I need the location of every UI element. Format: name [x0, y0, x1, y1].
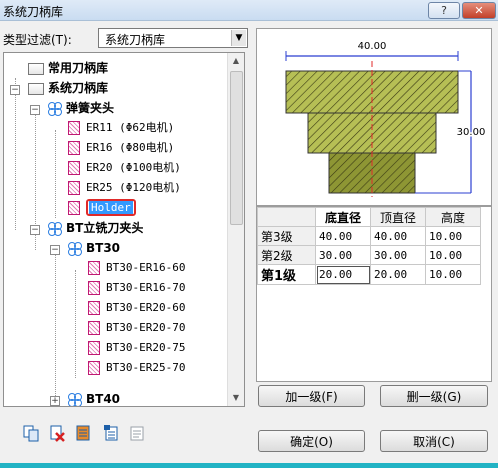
tree-item[interactable]: ER20 (Φ100电机)	[68, 158, 181, 178]
delete-level-button[interactable]: 删一级(G)	[380, 385, 488, 407]
tool-holder-icon	[88, 321, 100, 335]
tool-holder-icon	[88, 341, 100, 355]
tree-item[interactable]: BT立铣刀夹头	[48, 218, 143, 238]
table-cell[interactable]: 30.00	[315, 245, 371, 265]
close-button[interactable]: ✕	[462, 2, 496, 19]
tool-holder-icon	[68, 161, 80, 175]
tool-holder-icon	[88, 261, 100, 275]
tool-holder-icon	[88, 361, 100, 375]
collapse-icon[interactable]: −	[30, 105, 40, 115]
tree-item[interactable]: ER16 (Φ80电机)	[68, 138, 174, 158]
cancel-button[interactable]: 取消(C)	[380, 430, 488, 452]
table-cell[interactable]: 30.00	[370, 245, 426, 265]
col-header-height[interactable]: 高度	[425, 207, 481, 227]
help-button[interactable]: ?	[428, 2, 460, 19]
tree-item[interactable]: BT30-ER16-70	[88, 278, 185, 298]
filter-label: 类型过滤(T):	[3, 33, 72, 47]
dropdown-arrow-icon[interactable]: ▼	[231, 30, 246, 46]
grid-corner	[257, 207, 316, 227]
copy-icon[interactable]	[22, 424, 40, 442]
tree-item[interactable]: ER11 (Φ62电机)	[68, 118, 174, 138]
collet-group-icon	[68, 242, 82, 256]
tree-line	[55, 250, 56, 400]
delete-icon[interactable]	[48, 424, 66, 442]
table-cell[interactable]: 10.00	[425, 264, 481, 285]
filter-value: 系统刀柄库	[105, 33, 166, 47]
collapse-icon[interactable]: −	[50, 245, 60, 255]
taskbar-edge	[0, 463, 498, 468]
tree-item[interactable]: BT30	[68, 238, 120, 258]
tool-holder-icon	[68, 181, 80, 195]
table-cell-focused[interactable]: 20.00	[315, 264, 371, 285]
table-row-current[interactable]: 第1级 20.00 20.00 10.00	[257, 264, 481, 285]
table-cell[interactable]: 40.00	[315, 226, 371, 246]
tree-item[interactable]: BT30-ER25-70	[88, 358, 185, 378]
tool-holder-icon	[68, 141, 80, 155]
tree-item[interactable]: ER25 (Φ120电机)	[68, 178, 181, 198]
add-level-button[interactable]: 加一级(F)	[258, 385, 365, 407]
tree-line	[55, 130, 56, 218]
tool-holder-icon	[88, 301, 100, 315]
holder-drawing: 40.00 30.00	[285, 41, 487, 197]
ok-button[interactable]: 确定(O)	[258, 430, 365, 452]
row-header[interactable]: 第2级	[257, 245, 316, 265]
scroll-up-icon[interactable]: ▲	[228, 53, 244, 69]
expand-icon[interactable]: +	[50, 396, 60, 406]
tool-holder-icon	[68, 201, 80, 215]
tree-item[interactable]: BT40	[68, 389, 120, 406]
scroll-down-icon[interactable]: ▼	[228, 390, 244, 406]
collet-group-icon	[68, 393, 82, 406]
tree-scrollbar[interactable]: ▲ ▼	[227, 53, 244, 406]
table-cell[interactable]: 20.00	[370, 264, 426, 285]
properties-icon[interactable]	[128, 424, 146, 442]
col-header-top-diameter[interactable]: 顶直径	[370, 207, 426, 227]
tree-line	[75, 270, 76, 378]
tree-item[interactable]: BT30-ER16-60	[88, 258, 185, 278]
scroll-thumb[interactable]	[230, 71, 243, 225]
tree-item[interactable]: BT30-ER20-70	[88, 318, 185, 338]
collapse-icon[interactable]: −	[30, 225, 40, 235]
tree-item[interactable]: 系统刀柄库	[28, 78, 108, 98]
tree-item-selected[interactable]: Holder	[68, 198, 136, 218]
spring-collet-icon	[48, 102, 62, 116]
table-cell[interactable]: 40.00	[370, 226, 426, 246]
table-cell[interactable]: 10.00	[425, 245, 481, 265]
tree-item[interactable]: BT30-ER20-60	[88, 298, 185, 318]
tree-line	[15, 90, 16, 230]
collet-group-icon	[48, 222, 62, 236]
list-icon[interactable]	[74, 424, 92, 442]
col-header-bottom-diameter[interactable]: 底直径	[315, 207, 371, 227]
height-dimension: 30.00	[457, 127, 486, 138]
folder-icon	[28, 63, 44, 75]
paste-icon[interactable]	[102, 424, 120, 442]
holder-preview: 40.00 30.00	[256, 28, 492, 206]
window-title: 系统刀柄库	[3, 5, 64, 19]
tree-line	[35, 110, 36, 230]
tree-item[interactable]: BT30-ER20-75	[88, 338, 185, 358]
table-cell[interactable]: 10.00	[425, 226, 481, 246]
tool-holder-icon	[88, 281, 100, 295]
row-header[interactable]: 第1级	[257, 264, 316, 285]
level-grid[interactable]: 底直径 顶直径 高度 第3级 40.00 40.00 10.00 第2级 30.…	[256, 206, 492, 382]
tree-item[interactable]: 弹簧夹头	[48, 98, 114, 118]
folder-icon	[28, 83, 44, 95]
row-header[interactable]: 第3级	[257, 226, 316, 246]
title-bar: 系统刀柄库 ? ✕	[0, 0, 498, 21]
holder-tree[interactable]: 常用刀柄库 − 系统刀柄库 − 弹簧夹头 ER11 (Φ62电机) ER16 (…	[3, 52, 245, 407]
width-dimension: 40.00	[358, 41, 387, 52]
collapse-icon[interactable]: −	[10, 85, 20, 95]
table-row[interactable]: 第2级 30.00 30.00 10.00	[257, 245, 481, 265]
tree-item[interactable]: 常用刀柄库	[28, 58, 108, 78]
tool-holder-icon	[68, 121, 80, 135]
filter-select[interactable]: 系统刀柄库 ▼	[98, 28, 248, 48]
table-row[interactable]: 第3级 40.00 40.00 10.00	[257, 226, 481, 246]
